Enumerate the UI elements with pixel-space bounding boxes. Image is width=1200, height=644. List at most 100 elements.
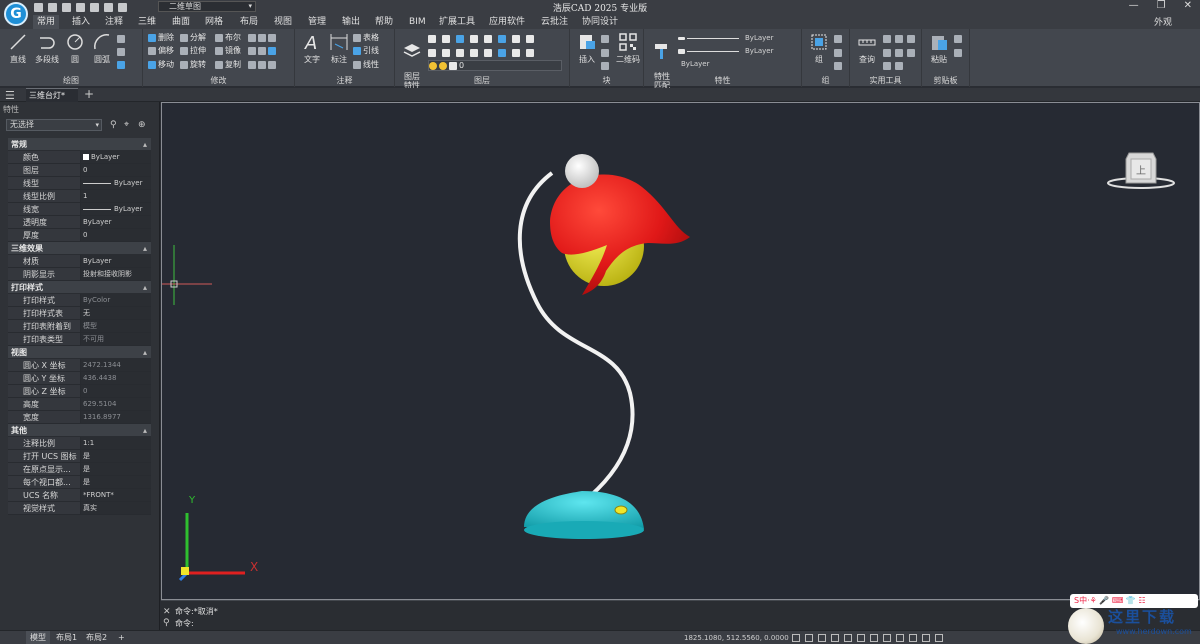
calculator-icon[interactable] bbox=[883, 48, 891, 57]
property-row[interactable]: 线型比例 1 bbox=[8, 190, 151, 203]
property-value[interactable]: 436.4438 bbox=[81, 372, 151, 384]
boolean-button[interactable]: 布尔 bbox=[215, 32, 241, 43]
property-row[interactable]: 透明度 ByLayer bbox=[8, 216, 151, 229]
extend-tool[interactable] bbox=[248, 45, 276, 56]
property-row[interactable]: 阴影显示 投射和接收阴影 bbox=[8, 268, 151, 281]
lineweight-dropdown[interactable]: ByLayer bbox=[678, 46, 796, 56]
property-value[interactable]: ByColor bbox=[81, 294, 151, 306]
property-row[interactable]: 圆心 Z 坐标 0 bbox=[8, 385, 151, 398]
block-edit-tool[interactable] bbox=[601, 33, 609, 44]
layer-thaw-icon[interactable] bbox=[456, 48, 464, 57]
property-value[interactable]: ByLayer bbox=[81, 177, 151, 189]
copy-clip-tool[interactable] bbox=[954, 47, 962, 58]
layer-off-icon[interactable] bbox=[428, 34, 436, 43]
polyline-button[interactable]: 多段线 bbox=[33, 32, 61, 65]
ortho-toggle-icon[interactable] bbox=[818, 634, 826, 642]
color-dropdown[interactable]: ByLayer bbox=[678, 59, 796, 69]
polar-toggle-icon[interactable] bbox=[831, 634, 839, 642]
hatch-tool[interactable] bbox=[117, 59, 125, 70]
linear-button[interactable]: 线性 bbox=[353, 59, 379, 70]
dropdown-arrow-icon[interactable] bbox=[907, 48, 915, 57]
rectangle-tool[interactable] bbox=[117, 33, 125, 44]
group-select-tool[interactable] bbox=[834, 60, 842, 71]
layer-unlock-icon[interactable] bbox=[470, 48, 478, 57]
property-row[interactable]: 打印表类型 不可用 bbox=[8, 333, 151, 346]
property-row[interactable]: 打印样式 ByColor bbox=[8, 294, 151, 307]
ungroup-tool[interactable] bbox=[834, 33, 842, 44]
layer-dropdown[interactable]: 0 bbox=[428, 60, 562, 71]
quick-select-icon[interactable]: ⚲ bbox=[110, 120, 120, 130]
undo-icon[interactable] bbox=[90, 2, 99, 12]
section-header[interactable]: 常规 bbox=[8, 138, 151, 151]
close-button[interactable]: ✕ bbox=[1184, 0, 1192, 11]
tab-annotate[interactable]: 注释 bbox=[101, 15, 127, 29]
quick-select-icon[interactable] bbox=[895, 61, 903, 70]
property-value[interactable]: 无 bbox=[81, 307, 151, 319]
join-tool[interactable] bbox=[248, 59, 276, 70]
explode-button[interactable]: 分解 bbox=[180, 32, 206, 43]
leader-button[interactable]: 引线 bbox=[353, 45, 379, 56]
property-value[interactable]: 0 bbox=[81, 229, 151, 241]
cut-tool[interactable] bbox=[954, 33, 962, 44]
add-tab-icon[interactable]: + bbox=[84, 87, 94, 101]
tab-output[interactable]: 输出 bbox=[338, 15, 364, 29]
redo-icon[interactable] bbox=[104, 2, 113, 12]
property-row[interactable]: 打印表附着到 模型 bbox=[8, 320, 151, 333]
table-button[interactable]: 表格 bbox=[353, 32, 379, 43]
tab-model[interactable]: 模型 bbox=[26, 631, 50, 644]
selection-cycle-icon[interactable] bbox=[909, 634, 917, 642]
dimension-button[interactable]: 标注 bbox=[326, 32, 352, 65]
layer-unisolate-icon[interactable] bbox=[442, 48, 450, 57]
grid-toggle-icon[interactable] bbox=[792, 634, 800, 642]
layer-lock-icon[interactable] bbox=[470, 34, 478, 43]
property-value[interactable]: 是 bbox=[81, 450, 151, 462]
line-button[interactable]: 直线 bbox=[5, 32, 31, 65]
selection-dropdown[interactable]: 无选择 bbox=[6, 119, 102, 131]
text-button[interactable]: A 文字 bbox=[299, 32, 325, 65]
property-value[interactable]: 真实 bbox=[81, 502, 151, 514]
arc-button[interactable]: 圆弧 bbox=[89, 32, 115, 65]
osnap-toggle-icon[interactable] bbox=[844, 634, 852, 642]
layer-walk-icon[interactable] bbox=[512, 34, 520, 43]
property-value[interactable]: ByLayer bbox=[81, 216, 151, 228]
layer-isolate-icon[interactable] bbox=[442, 34, 450, 43]
tab-bim[interactable]: BIM bbox=[405, 15, 430, 29]
property-row[interactable]: 图层 0 bbox=[8, 164, 151, 177]
property-value[interactable]: 2472.1344 bbox=[81, 359, 151, 371]
close-command-icon[interactable]: ✕ bbox=[163, 607, 171, 617]
linetype-dropdown[interactable]: ByLayer bbox=[678, 33, 796, 43]
layer-prev-icon[interactable] bbox=[498, 34, 506, 43]
document-tab[interactable]: 三维台灯* bbox=[26, 88, 78, 102]
property-value[interactable]: ByLayer bbox=[81, 203, 151, 215]
qrcode-button[interactable]: 二维码 bbox=[614, 32, 642, 65]
dropdown-arrow-icon[interactable] bbox=[907, 34, 915, 43]
app-logo-icon[interactable]: G bbox=[4, 2, 28, 26]
property-row[interactable]: 视觉样式 真实 bbox=[8, 502, 151, 515]
print-icon[interactable] bbox=[76, 2, 85, 12]
section-header[interactable]: 打印样式 bbox=[8, 281, 151, 294]
layer-copy-icon[interactable] bbox=[526, 48, 534, 57]
point-style-icon[interactable] bbox=[883, 61, 891, 70]
tab-layout[interactable]: 布局 bbox=[236, 15, 262, 29]
property-value[interactable]: 0 bbox=[81, 385, 151, 397]
menu-icon[interactable]: ☰ bbox=[5, 89, 15, 102]
layer-on-icon[interactable] bbox=[428, 48, 436, 57]
layer-match-icon[interactable] bbox=[484, 34, 492, 43]
property-value[interactable]: 不可用 bbox=[81, 333, 151, 345]
block-create-tool[interactable] bbox=[601, 60, 609, 71]
transparency-toggle-icon[interactable] bbox=[896, 634, 904, 642]
offset-button[interactable]: 偏移 bbox=[148, 45, 174, 56]
property-row[interactable]: 打开 UCS 图标是 bbox=[8, 450, 151, 463]
property-row[interactable]: 每个视口都... 是 bbox=[8, 476, 151, 489]
trim-tool[interactable] bbox=[248, 32, 276, 43]
property-row[interactable]: 在原点显示... 是 bbox=[8, 463, 151, 476]
tab-collab[interactable]: 协同设计 bbox=[578, 15, 622, 29]
mirror-button[interactable]: 镜像 bbox=[215, 45, 241, 56]
tab-help[interactable]: 帮助 bbox=[371, 15, 397, 29]
property-row[interactable]: 打印样式表无 bbox=[8, 307, 151, 320]
tab-insert[interactable]: 插入 bbox=[68, 15, 94, 29]
property-row[interactable]: 圆心 X 坐标 2472.1344 bbox=[8, 359, 151, 372]
tab-home[interactable]: 常用 bbox=[33, 15, 60, 29]
stretch-button[interactable]: 拉伸 bbox=[180, 45, 206, 56]
section-header[interactable]: 其他 bbox=[8, 424, 151, 437]
